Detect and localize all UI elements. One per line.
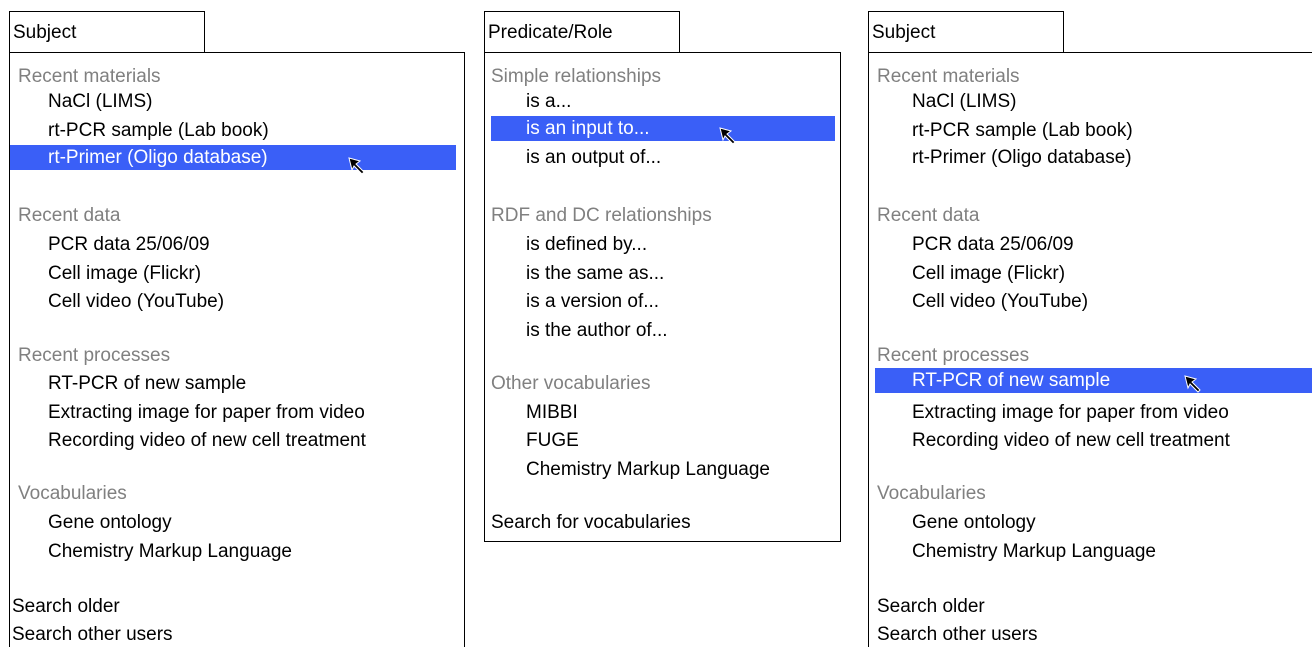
list-item-rt-primer[interactable]: rt-Primer (Oligo database) <box>912 145 1132 170</box>
list-item-rt-primer-selected[interactable]: rt-Primer (Oligo database) <box>10 145 456 170</box>
list-item-chemistry-markup-language[interactable]: Chemistry Markup Language <box>912 539 1156 564</box>
group-header-recent-materials: Recent materials <box>877 66 1020 87</box>
mouse-pointer-icon <box>1184 375 1201 393</box>
panel-tab-predicate-role[interactable]: Predicate/Role <box>484 11 680 53</box>
list-item-cell-video[interactable]: Cell video (YouTube) <box>912 289 1088 314</box>
list-item-chemistry-markup-language[interactable]: Chemistry Markup Language <box>526 457 770 482</box>
group-header-recent-materials: Recent materials <box>18 66 161 87</box>
mouse-pointer-icon <box>719 127 736 145</box>
group-header-rdf-dc: RDF and DC relationships <box>491 205 712 226</box>
search-other-users-link[interactable]: Search other users <box>877 622 1038 647</box>
group-header-vocabularies: Vocabularies <box>877 483 986 504</box>
group-header-other-vocabularies: Other vocabularies <box>491 373 651 394</box>
list-item-extracting-image[interactable]: Extracting image for paper from video <box>48 400 365 425</box>
list-item-nacl[interactable]: NaCl (LIMS) <box>912 89 1017 114</box>
subject-panel-right: Subject Recent materials NaCl (LIMS) rt-… <box>868 11 1312 647</box>
list-item-rt-pcr-new-sample-selected[interactable]: RT-PCR of new sample <box>875 368 1312 393</box>
group-header-recent-data: Recent data <box>18 205 121 226</box>
list-item-is-the-author-of[interactable]: is the author of... <box>526 318 668 343</box>
list-item-nacl[interactable]: NaCl (LIMS) <box>48 89 153 114</box>
list-item-is-a-version-of[interactable]: is a version of... <box>526 289 659 314</box>
list-item-rt-pcr-sample[interactable]: rt-PCR sample (Lab book) <box>912 118 1133 143</box>
group-header-simple-relationships: Simple relationships <box>491 66 662 87</box>
list-item-cell-image[interactable]: Cell image (Flickr) <box>48 261 201 286</box>
subject-panel-left: Subject Recent materials NaCl (LIMS) rt-… <box>9 11 465 647</box>
group-header-recent-data: Recent data <box>877 205 980 226</box>
list-item-recording-video[interactable]: Recording video of new cell treatment <box>912 428 1230 453</box>
search-older-link[interactable]: Search older <box>877 594 985 619</box>
list-item-is-an-input-to-selected[interactable]: is an input to... <box>491 116 835 141</box>
list-item-rt-pcr-sample[interactable]: rt-PCR sample (Lab book) <box>48 118 269 143</box>
search-older-link[interactable]: Search older <box>12 594 120 619</box>
list-item-pcr-data[interactable]: PCR data 25/06/09 <box>912 232 1074 257</box>
list-item-gene-ontology[interactable]: Gene ontology <box>912 510 1036 535</box>
list-item-is-the-same-as[interactable]: is the same as... <box>526 261 664 286</box>
list-item-chemistry-markup-language[interactable]: Chemistry Markup Language <box>48 539 292 564</box>
list-item-cell-video[interactable]: Cell video (YouTube) <box>48 289 224 314</box>
panel-tab-subject[interactable]: Subject <box>868 11 1064 53</box>
predicate-role-panel: Predicate/Role Simple relationships is a… <box>484 11 841 542</box>
list-item-gene-ontology[interactable]: Gene ontology <box>48 510 172 535</box>
list-item-mibbi[interactable]: MIBBI <box>526 400 578 425</box>
list-item-extracting-image[interactable]: Extracting image for paper from video <box>912 400 1229 425</box>
list-item-pcr-data[interactable]: PCR data 25/06/09 <box>48 232 210 257</box>
list-item-is-defined-by[interactable]: is defined by... <box>526 232 647 257</box>
subject-list: Recent materials NaCl (LIMS) rt-PCR samp… <box>9 52 465 647</box>
group-header-vocabularies: Vocabularies <box>18 483 127 504</box>
list-item-cell-image[interactable]: Cell image (Flickr) <box>912 261 1065 286</box>
list-item-fuge[interactable]: FUGE <box>526 428 579 453</box>
subject-list: Recent materials NaCl (LIMS) rt-PCR samp… <box>868 52 1312 647</box>
group-header-recent-processes: Recent processes <box>877 345 1030 366</box>
panel-tab-subject[interactable]: Subject <box>9 11 205 53</box>
list-item-recording-video[interactable]: Recording video of new cell treatment <box>48 428 366 453</box>
search-other-users-link[interactable]: Search other users <box>12 622 173 647</box>
search-for-vocabularies-link[interactable]: Search for vocabularies <box>491 510 691 535</box>
predicate-list: Simple relationships is a... is an input… <box>484 52 841 542</box>
list-item-is-an-output-of[interactable]: is an output of... <box>526 145 661 170</box>
group-header-recent-processes: Recent processes <box>18 345 171 366</box>
list-item-rt-pcr-new-sample[interactable]: RT-PCR of new sample <box>48 371 246 396</box>
mouse-pointer-icon <box>348 157 365 175</box>
list-item-is-a[interactable]: is a... <box>526 89 571 114</box>
